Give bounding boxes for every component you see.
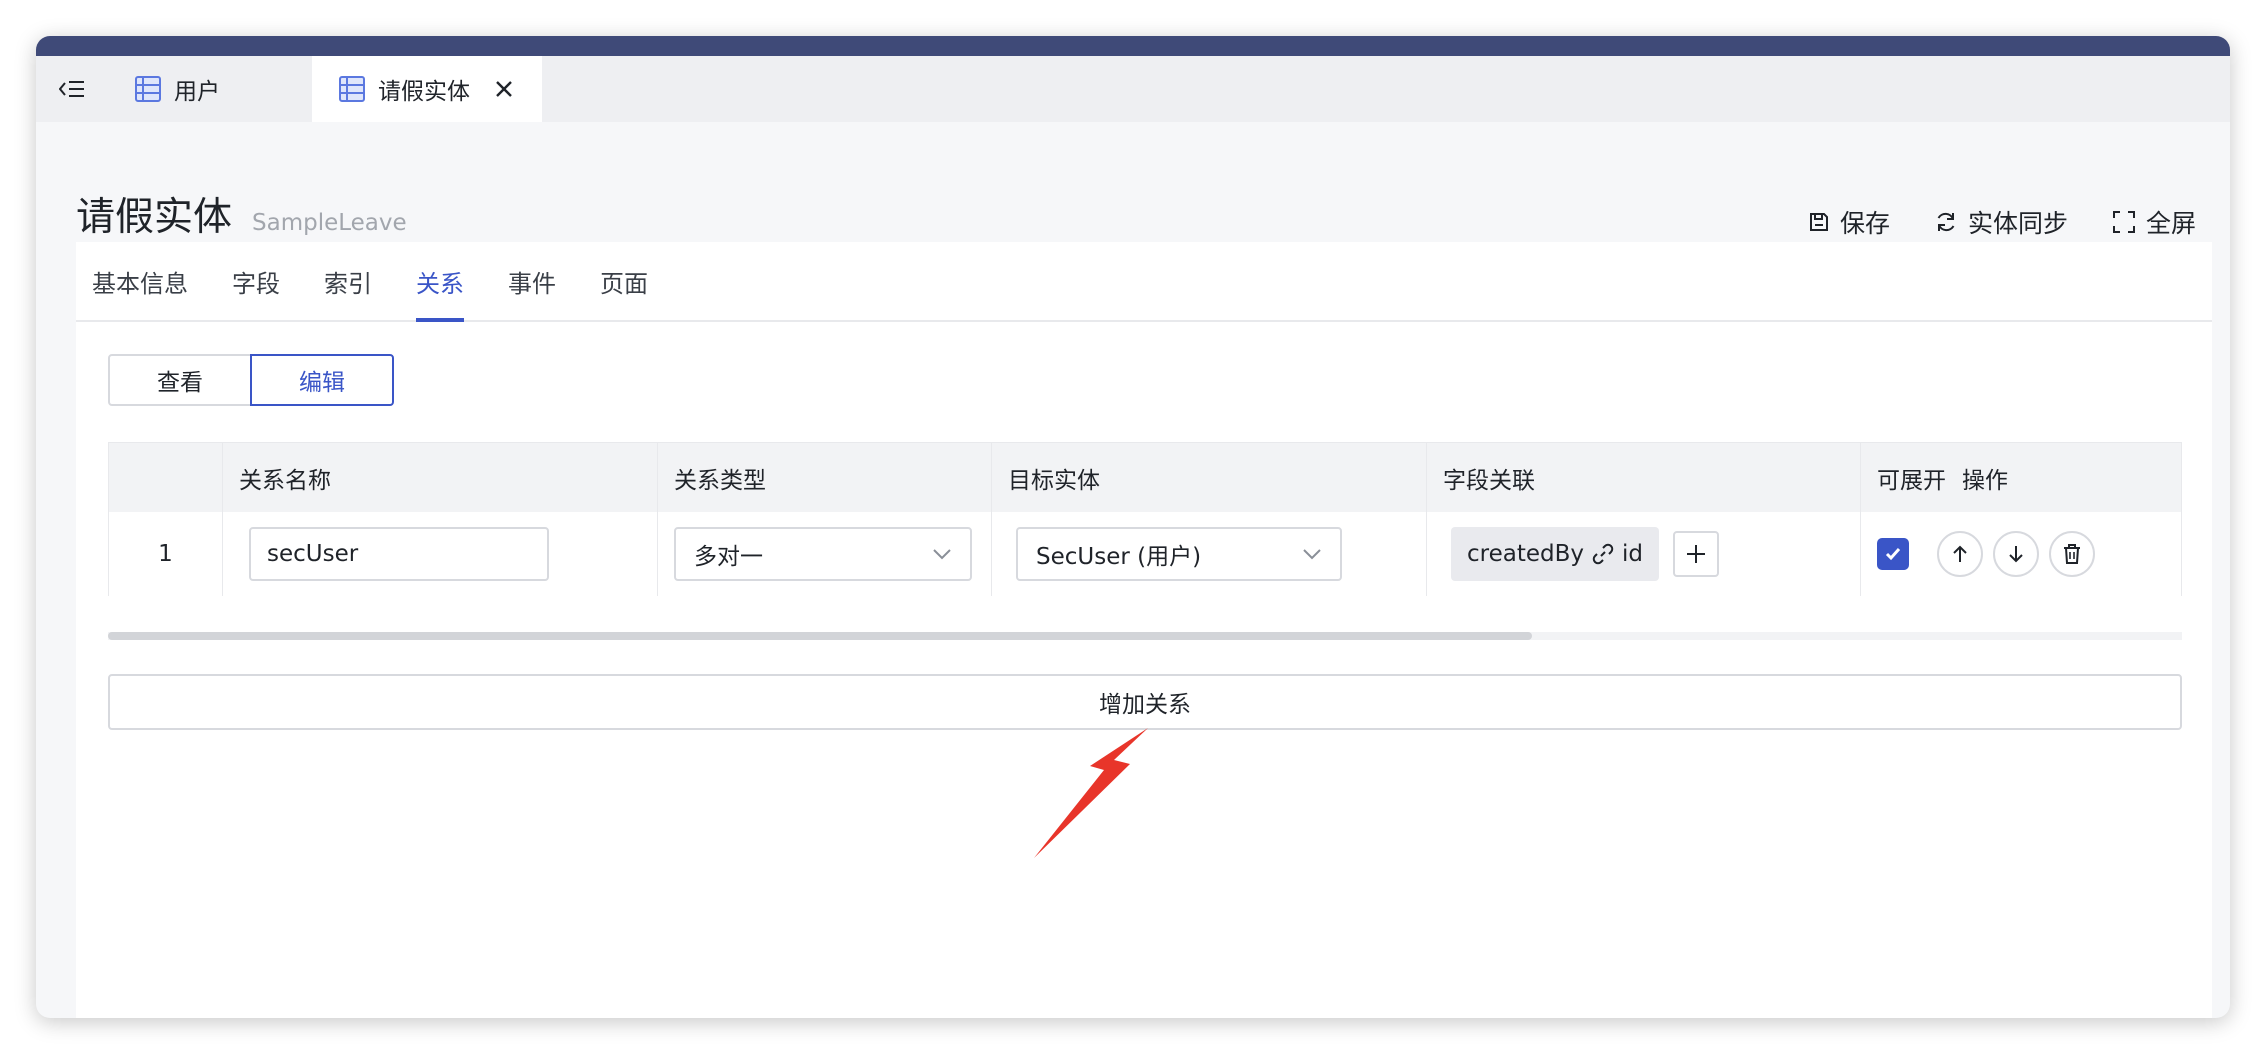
- page-subtitle: SampleLeave: [252, 210, 407, 236]
- save-label: 保存: [1839, 209, 1890, 238]
- move-down-button[interactable]: [1993, 531, 2039, 577]
- relation-type-select[interactable]: 多对一: [674, 527, 972, 581]
- checkmark-icon: [1885, 548, 1901, 561]
- horizontal-scrollbar[interactable]: [108, 632, 2182, 640]
- entity-sync-button[interactable]: 实体同步: [1934, 204, 2068, 240]
- column-header-field-link: 字段关联: [1427, 443, 1861, 512]
- delete-button[interactable]: [2049, 531, 2095, 577]
- relation-name-cell: secUser: [223, 512, 658, 596]
- target-entity-select[interactable]: SecUser (用户): [1016, 527, 1342, 581]
- row-index: 1: [109, 512, 223, 596]
- tab-indexes[interactable]: 索引: [306, 242, 390, 320]
- expandable-checkbox[interactable]: [1877, 538, 1909, 570]
- sync-label: 实体同步: [1967, 209, 2068, 238]
- fullscreen-label: 全屏: [2145, 209, 2196, 238]
- close-icon: [496, 81, 512, 97]
- target-entity-cell: SecUser (用户): [992, 512, 1427, 596]
- tab-basic-info[interactable]: 基本信息: [76, 242, 206, 320]
- row-operations: [1937, 531, 2095, 577]
- column-header-expand-ops: 可展开 操作: [1861, 443, 2181, 512]
- column-header-operations: 操作: [1962, 467, 2008, 494]
- plus-icon: [1687, 545, 1705, 563]
- chevron-down-icon: [1303, 549, 1321, 560]
- table-header: 关系名称 关系类型 目标实体 字段关联 可展开 操作: [108, 442, 2182, 512]
- column-header-expandable: 可展开: [1877, 467, 1946, 494]
- field-link-target: id: [1622, 541, 1643, 567]
- tab-label: 请假实体: [378, 79, 470, 105]
- app-window: 用户 请假实体 请假实体 SampleLeave 保存 实体同步 全屏 基本信息…: [36, 36, 2230, 1018]
- arrow-down-icon: [2009, 546, 2023, 563]
- fullscreen-icon: [2112, 211, 2135, 233]
- tab-strip: 用户 请假实体: [36, 56, 2230, 122]
- edit-mode-button[interactable]: 编辑: [250, 354, 394, 406]
- relation-name-input[interactable]: secUser: [249, 527, 549, 581]
- table-icon: [339, 76, 365, 102]
- tab-pages[interactable]: 页面: [582, 242, 666, 320]
- table-icon: [135, 76, 161, 102]
- header-actions: 保存 实体同步 全屏: [1808, 204, 2196, 240]
- save-icon: [1809, 213, 1828, 231]
- field-link-chip[interactable]: createdBy id: [1451, 527, 1659, 581]
- target-entity-value: SecUser (用户): [1036, 544, 1202, 570]
- column-header-type: 关系类型: [658, 443, 992, 512]
- tab-user[interactable]: 用户: [108, 56, 312, 122]
- scrollbar-thumb[interactable]: [108, 632, 1532, 640]
- collapse-sidebar-button[interactable]: [36, 56, 108, 122]
- close-tab-button[interactable]: [494, 79, 514, 99]
- add-relation-button[interactable]: 增加关系: [108, 674, 2182, 730]
- collapse-menu-icon: [59, 81, 84, 97]
- move-up-button[interactable]: [1937, 531, 1983, 577]
- relation-type-value: 多对一: [694, 544, 763, 570]
- column-header-name: 关系名称: [223, 443, 658, 512]
- page-title: 请假实体: [76, 195, 233, 240]
- trash-icon: [2064, 544, 2080, 564]
- expand-ops-cell: [1861, 512, 2181, 596]
- arrow-up-icon: [1953, 545, 1967, 562]
- tab-label: 用户: [174, 79, 220, 105]
- column-header-target: 目标实体: [992, 443, 1427, 512]
- field-link-source: createdBy: [1467, 541, 1584, 567]
- chevron-down-icon: [933, 549, 951, 560]
- column-header-index: [109, 443, 223, 512]
- mode-toggle: 查看 编辑: [108, 354, 394, 406]
- field-link-cell: createdBy id: [1427, 512, 1861, 596]
- sync-icon: [1937, 212, 1955, 232]
- tab-events[interactable]: 事件: [490, 242, 574, 320]
- tab-fields[interactable]: 字段: [214, 242, 298, 320]
- fullscreen-button[interactable]: 全屏: [2112, 204, 2196, 240]
- relation-type-cell: 多对一: [658, 512, 992, 596]
- annotation-arrow-icon: [1034, 728, 1148, 858]
- tab-leave-entity[interactable]: 请假实体: [312, 56, 542, 122]
- relations-table: 关系名称 关系类型 目标实体 字段关联 可展开 操作 1 secUser 多对一: [108, 442, 2182, 596]
- panel-tabs: 基本信息 字段 索引 关系 事件 页面: [76, 242, 2212, 322]
- window-top-bar: [36, 36, 2230, 56]
- save-button[interactable]: 保存: [1808, 204, 1890, 240]
- add-field-link-button[interactable]: [1673, 531, 1719, 577]
- link-icon: [1592, 543, 1614, 565]
- tab-relations[interactable]: 关系: [398, 242, 482, 322]
- view-mode-button[interactable]: 查看: [108, 354, 252, 406]
- table-row: 1 secUser 多对一 SecUser (用户) createdBy id: [108, 512, 2182, 596]
- main-panel: 基本信息 字段 索引 关系 事件 页面 查看 编辑 关系名称 关系类型 目标实体…: [76, 242, 2212, 1018]
